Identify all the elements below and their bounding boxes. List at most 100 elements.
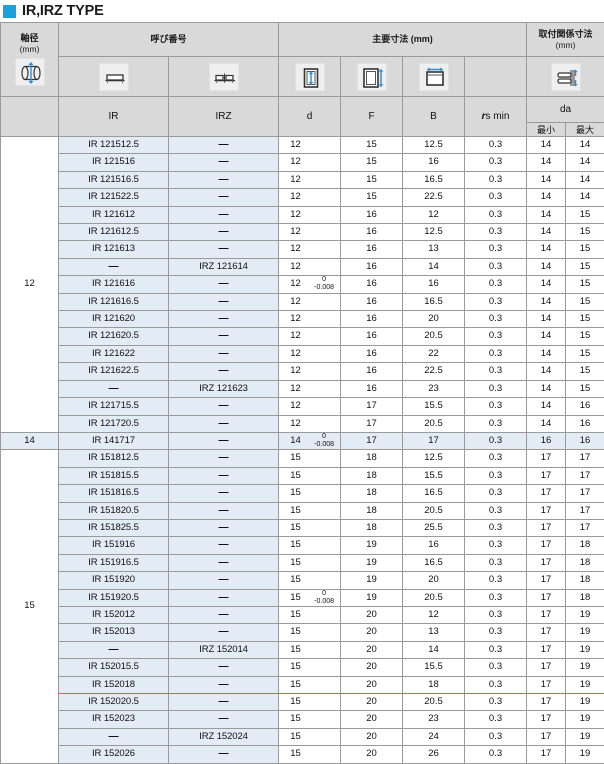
cell-d: 12 (279, 189, 341, 206)
cell-da-min: 17 (527, 624, 566, 641)
cell-d: 12 (279, 311, 341, 328)
table-row: 12IR 121512.5—121512.50.31414 (1, 137, 604, 154)
cell-rsmin: 0.3 (465, 485, 527, 502)
cell-rsmin: 0.3 (465, 676, 527, 693)
cell-irz: — (169, 328, 279, 345)
cell-da-max: 15 (566, 224, 604, 241)
page-title: IR,IRZ TYPE (22, 3, 104, 19)
header-shaft-diameter-spacer (1, 97, 59, 137)
cell-irz: — (169, 171, 279, 188)
cell-ir: IR 121612 (59, 206, 169, 223)
table-row: IR 121622—1216220.31415 (1, 345, 604, 362)
cell-f: 20 (341, 641, 403, 658)
table-row: IR 121516.5—121516.50.31414 (1, 171, 604, 188)
cell-irz: — (169, 154, 279, 171)
cell-d: 12 (279, 345, 341, 362)
cell-d: 15 (279, 537, 341, 554)
cell-irz: — (169, 432, 279, 449)
header-shaft-diameter-label: 軸径 (20, 33, 38, 43)
header-col-da-max: 最大 (566, 123, 604, 137)
table-row: IR 152012—1520120.31719 (1, 606, 604, 623)
cell-da-max: 18 (566, 537, 604, 554)
cell-d: 120-0.008 (279, 276, 341, 293)
cell-da-max: 19 (566, 676, 604, 693)
cell-irz: — (169, 485, 279, 502)
cell-rsmin: 0.3 (465, 311, 527, 328)
cell-ir: IR 121616.5 (59, 293, 169, 310)
cell-f: 15 (341, 137, 403, 154)
cell-da-min: 16 (527, 432, 566, 449)
cell-da-max: 17 (566, 502, 604, 519)
cell-da-min: 14 (527, 398, 566, 415)
table-row: 14IR 141717—140-0.00817170.31616 (1, 432, 604, 449)
table-row: IR 121616—120-0.00816160.31415 (1, 276, 604, 293)
page-title-bar: IR,IRZ TYPE (0, 0, 604, 22)
cell-d: 12 (279, 363, 341, 380)
cell-d: 15 (279, 624, 341, 641)
cell-da-min: 17 (527, 519, 566, 536)
cell-da-min: 14 (527, 224, 566, 241)
bore-diameter-icon (295, 63, 325, 91)
cell-rsmin: 0.3 (465, 450, 527, 467)
cell-ir: IR 121516 (59, 154, 169, 171)
cell-da-max: 16 (566, 398, 604, 415)
cell-ir: IR 141717 (59, 432, 169, 449)
cell-f: 15 (341, 154, 403, 171)
cell-rsmin: 0.3 (465, 345, 527, 362)
cell-irz: — (169, 276, 279, 293)
header-label-row: IR IRZ d F B rs min da (1, 97, 604, 123)
cell-ir: IR 121616 (59, 276, 169, 293)
cell-da-min: 14 (527, 137, 566, 154)
cell-da-min: 14 (527, 293, 566, 310)
cell-ir: — (59, 380, 169, 397)
cell-da-min: 14 (527, 345, 566, 362)
cell-f: 16 (341, 258, 403, 275)
cell-da-min: 14 (527, 363, 566, 380)
header-icon-cell-irz (169, 57, 279, 97)
cell-da-max: 15 (566, 258, 604, 275)
cell-d: 15 (279, 485, 341, 502)
cell-b: 12.5 (403, 224, 465, 241)
cell-b: 20 (403, 311, 465, 328)
cell-f: 18 (341, 450, 403, 467)
table-row: —IRZ 1216231216230.31415 (1, 380, 604, 397)
cell-da-max: 15 (566, 328, 604, 345)
cell-f: 16 (341, 224, 403, 241)
header-icon-cell-ir (59, 57, 169, 97)
cell-da-min: 14 (527, 380, 566, 397)
cell-irz: — (169, 363, 279, 380)
cell-rsmin: 0.3 (465, 189, 527, 206)
cell-b: 18 (403, 676, 465, 693)
cell-f: 18 (341, 519, 403, 536)
cell-b: 22.5 (403, 363, 465, 380)
cell-ir: IR 151920 (59, 572, 169, 589)
cell-rsmin: 0.3 (465, 624, 527, 641)
cell-f: 18 (341, 502, 403, 519)
cell-f: 16 (341, 206, 403, 223)
cell-d: 150-0.008 (279, 589, 341, 606)
cell-ir: — (59, 641, 169, 658)
table-row: IR 121522.5—121522.50.31414 (1, 189, 604, 206)
cell-d: 15 (279, 606, 341, 623)
cell-ir: IR 151916 (59, 537, 169, 554)
header-main-dimensions-label: 主要寸法 (mm) (279, 34, 526, 45)
header-shaft-diameter-unit: (mm) (20, 44, 40, 54)
header-icon-row (1, 57, 604, 97)
cell-da-max: 15 (566, 380, 604, 397)
cell-f: 19 (341, 537, 403, 554)
mounting-shoulder-icon (551, 63, 581, 91)
cell-rsmin: 0.3 (465, 746, 527, 763)
cell-d: 12 (279, 137, 341, 154)
table-row: IR 121620—1216200.31415 (1, 311, 604, 328)
cell-d: 12 (279, 328, 341, 345)
cell-b: 12 (403, 206, 465, 223)
cell-f: 20 (341, 694, 403, 711)
cell-rsmin: 0.3 (465, 258, 527, 275)
cell-irz: — (169, 137, 279, 154)
cell-rsmin: 0.3 (465, 224, 527, 241)
cell-rsmin: 0.3 (465, 502, 527, 519)
cell-da-max: 19 (566, 694, 604, 711)
table-row: IR 151916.5—151916.50.31718 (1, 554, 604, 571)
table-body: 12IR 121512.5—121512.50.31414IR 121516—1… (1, 137, 604, 764)
cell-da-min: 14 (527, 241, 566, 258)
